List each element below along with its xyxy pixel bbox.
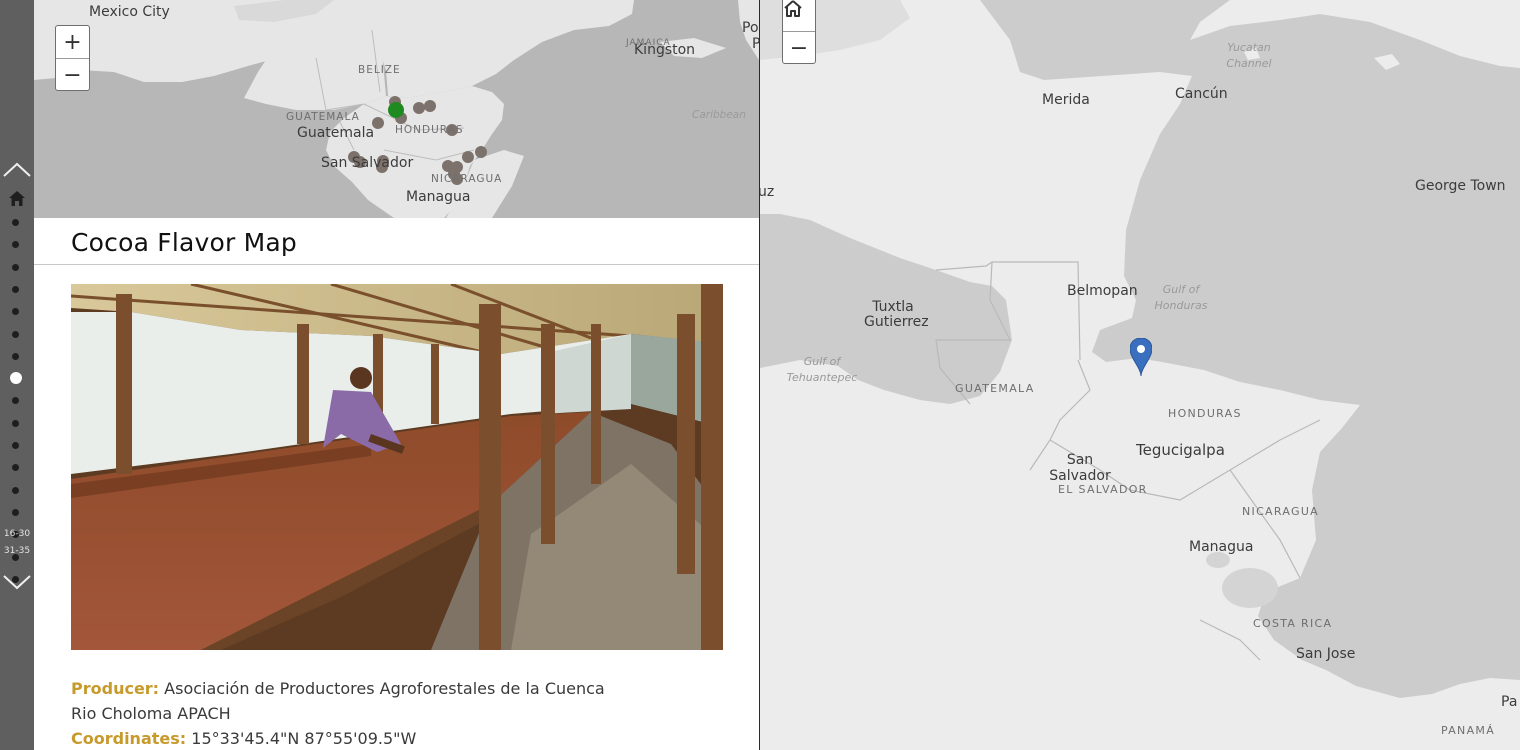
section-dot[interactable] [12, 285, 19, 293]
mini-label-city: Managua [406, 189, 471, 205]
map-label-city: Tuxtla Gutierrez [864, 299, 929, 330]
map-label-city: Belmopan [1067, 283, 1138, 299]
section-dot[interactable] [12, 464, 19, 472]
mini-label-city: Guatemala [297, 125, 375, 141]
chevron-up-icon [3, 162, 31, 177]
overview-map[interactable]: Mexico City Kingston Guatemala San Salva… [34, 0, 759, 218]
story-navigation-rail: 16-30 31-35 [0, 0, 34, 750]
mini-label-country: GUATEMALA [286, 111, 360, 123]
previous-section-button[interactable] [0, 158, 34, 182]
section-dot[interactable] [12, 241, 19, 249]
plus-icon: + [63, 29, 82, 55]
minus-icon: − [63, 62, 82, 88]
overview-zoom-out-button[interactable]: − [56, 58, 89, 91]
overview-zoom-controls: + − [55, 25, 90, 91]
map-label-country: EL SALVADOR [1058, 483, 1148, 496]
map-label-country: GUATEMALA [955, 382, 1035, 395]
coordinates-value: 15°33'45.4"N 87°55'09.5"W [191, 729, 417, 748]
section-dot[interactable] [12, 442, 19, 449]
coordinates-line: Coordinates: 15°33'45.4"N 87°55'09.5"W [71, 726, 631, 750]
map-label-water: Gulf of Tehuantepec [786, 355, 858, 384]
drying-shed-photo [71, 284, 723, 650]
mini-label-water: Caribbean [692, 109, 746, 121]
location-pin-marker[interactable] [1130, 338, 1152, 376]
map-label-country: NICARAGUA [1242, 505, 1320, 518]
producer-marker[interactable] [462, 151, 474, 163]
overview-zoom-in-button[interactable]: + [56, 26, 89, 58]
page-title: Cocoa Flavor Map [71, 228, 297, 257]
section-dot[interactable] [12, 330, 19, 338]
mini-label-country: BELIZE [358, 64, 401, 76]
map-label-water: Yucatan Channel [1226, 41, 1272, 70]
mini-label-city: San Salvador [321, 155, 414, 171]
section-dot[interactable] [12, 308, 19, 316]
next-section-button[interactable] [0, 570, 34, 594]
map-label-city: George Town [1415, 178, 1506, 194]
section-dot[interactable] [12, 397, 19, 405]
section-range-primary[interactable]: 16-30 [0, 529, 34, 539]
mini-label-partial: Po [742, 20, 759, 36]
mini-label-country: NICARAGUA [431, 173, 503, 185]
coordinates-label: Coordinates: [71, 729, 187, 748]
map-label-city: Managua [1189, 539, 1254, 555]
map-label-country: PANAMÁ [1441, 724, 1496, 737]
mini-label-country: JAMAICA [626, 38, 671, 48]
home-section-button[interactable] [0, 186, 34, 210]
producer-marker[interactable] [424, 100, 436, 112]
map-label-country: COSTA RICA [1253, 617, 1333, 630]
overview-map-canvas [34, 0, 759, 218]
selected-producer-marker[interactable] [388, 102, 404, 118]
section-dot[interactable] [10, 372, 22, 385]
section-dot[interactable] [12, 486, 19, 494]
section-range-secondary[interactable]: 31-35 [0, 546, 34, 556]
map-label-city: Cancún [1175, 86, 1228, 102]
panel-header: Cocoa Flavor Map [34, 218, 759, 265]
section-dot[interactable] [12, 219, 19, 226]
producer-marker[interactable] [475, 146, 487, 158]
producer-marker[interactable] [413, 102, 425, 114]
section-dot[interactable] [12, 508, 19, 516]
map-label-country: HONDURAS [1168, 407, 1242, 420]
drying-shed-image [71, 284, 723, 650]
main-map[interactable]: Merida Cancún George Town Belmopan Tuxtl… [760, 0, 1520, 750]
producer-label: Producer: [71, 679, 160, 698]
chevron-down-icon [3, 575, 31, 590]
story-panel: Mexico City Kingston Guatemala San Salva… [34, 0, 760, 750]
mini-label-partial: P [752, 36, 759, 52]
default-extent-button[interactable] [783, 0, 815, 31]
map-label-city: Merida [1042, 92, 1090, 108]
map-label-partial: Pa [1501, 694, 1518, 710]
minus-icon: − [789, 35, 809, 61]
section-dot[interactable] [12, 352, 19, 360]
map-label-partial: uz [760, 184, 775, 200]
home-icon [784, 0, 802, 17]
home-icon [9, 190, 25, 206]
producer-line: Producer: Asociación de Productores Agro… [71, 676, 631, 726]
map-label-city: San Jose [1296, 646, 1356, 662]
section-dot[interactable] [12, 419, 19, 427]
mini-label-city: Mexico City [89, 4, 170, 20]
map-label-city: San Salvador [1049, 452, 1111, 484]
map-label-city: Tegucigalpa [1136, 441, 1225, 459]
map-pin-icon [1130, 338, 1152, 376]
section-dot[interactable] [12, 263, 19, 271]
map-label-water: Gulf of Honduras [1154, 283, 1208, 312]
main-zoom-out-button[interactable]: − [783, 31, 815, 64]
mini-label-country: HONDURAS [395, 124, 464, 136]
main-map-controls: − [782, 0, 816, 64]
producer-info: Producer: Asociación de Productores Agro… [71, 676, 631, 750]
